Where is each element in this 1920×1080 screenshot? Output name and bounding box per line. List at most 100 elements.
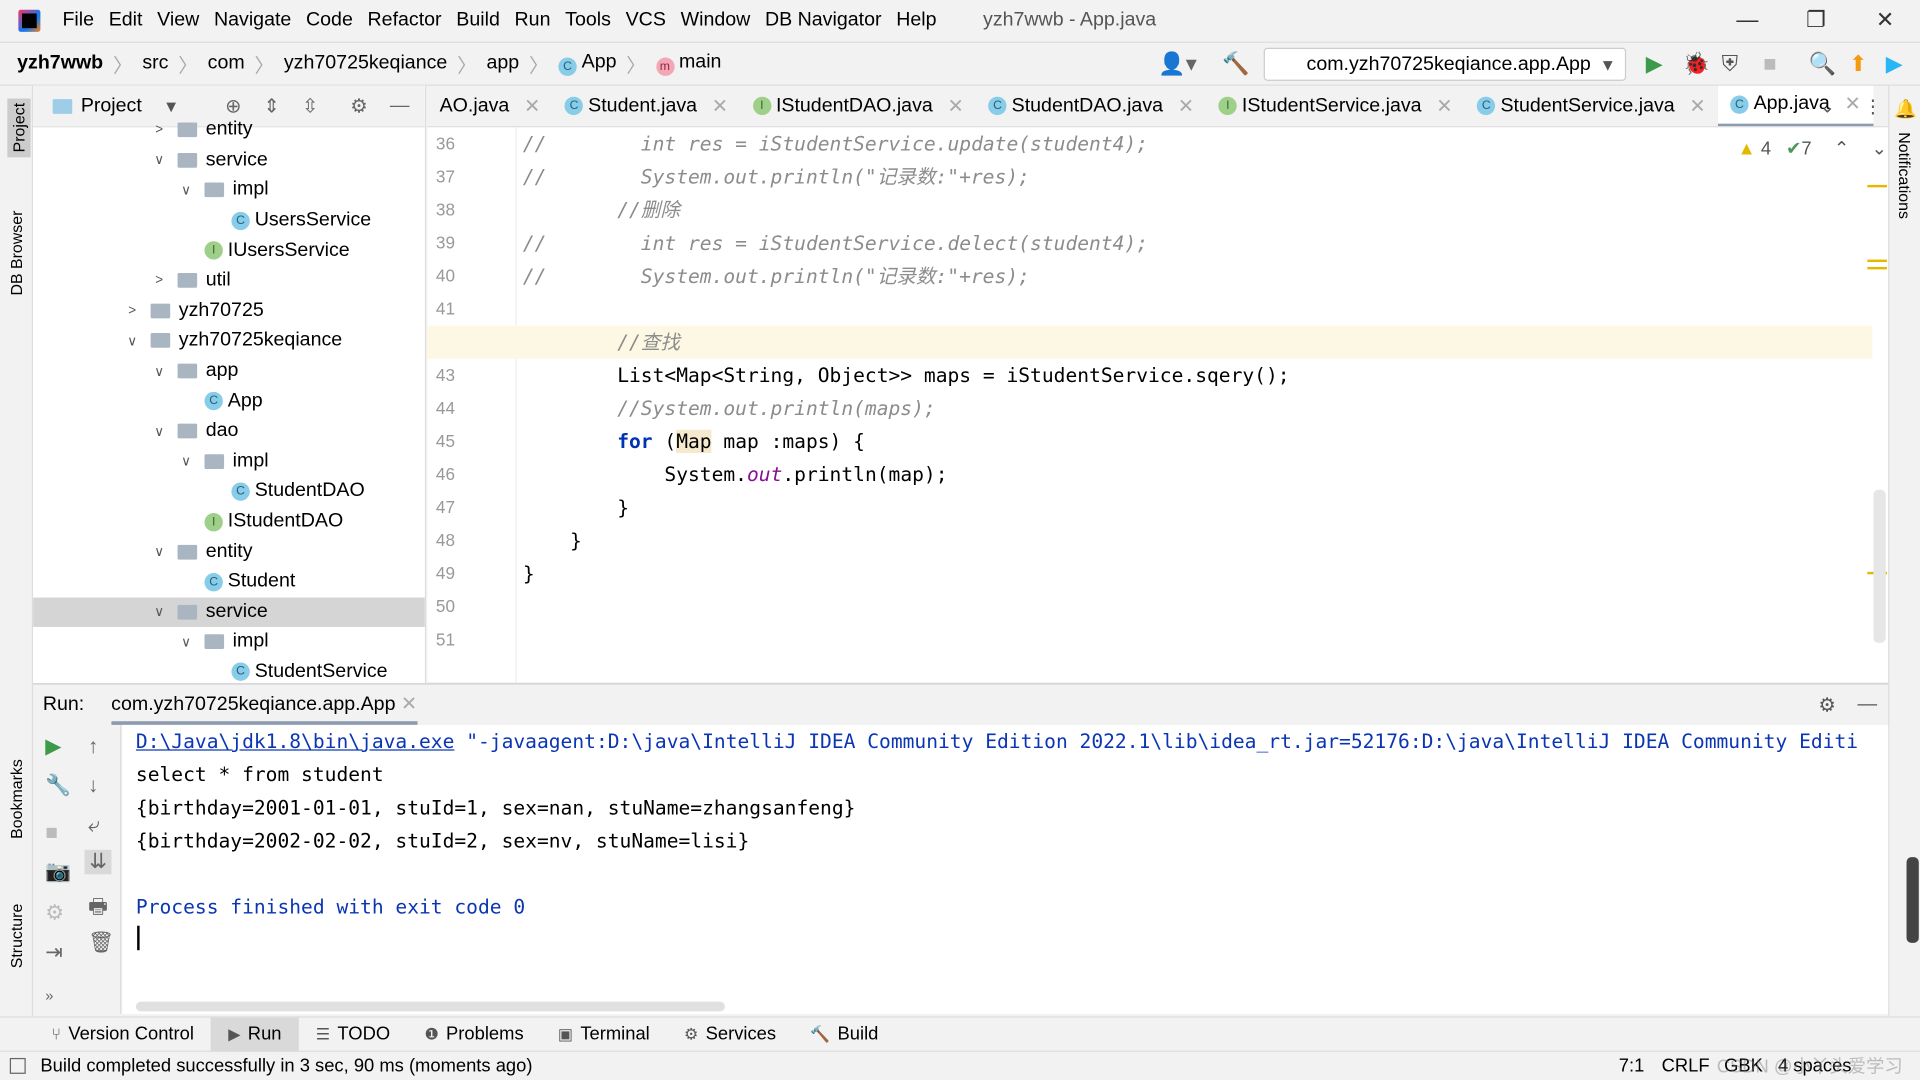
- code-line[interactable]: }: [523, 557, 1888, 590]
- code-line[interactable]: List<Map<String, Object>> maps = iStuden…: [523, 359, 1888, 392]
- menu-view[interactable]: View: [157, 10, 199, 31]
- down-icon[interactable]: ↓: [88, 774, 98, 798]
- tab-istudentdao-java[interactable]: I IStudentDAO.java ✕: [740, 86, 976, 126]
- breadcrumb-app[interactable]: app: [486, 53, 519, 75]
- breadcrumb-package[interactable]: yzh70725keqiance: [284, 53, 447, 75]
- more-icon[interactable]: ⋮: [1864, 96, 1882, 118]
- tree-item[interactable]: I IStudentDAO: [33, 507, 425, 537]
- java-exe-link[interactable]: D:\Java\jdk1.8\bin\java.exe: [136, 730, 454, 753]
- tab-studentservice-java[interactable]: C StudentService.java ✕: [1465, 86, 1718, 126]
- up-icon[interactable]: ↑: [88, 735, 98, 759]
- tree-item[interactable]: ∨ entity: [33, 537, 425, 567]
- chevron-right-icon[interactable]: >: [124, 304, 141, 319]
- tool-window-run[interactable]: ▶ Run: [211, 1016, 299, 1052]
- tool-window-todo[interactable]: ☰ TODO: [299, 1017, 408, 1051]
- trash-icon[interactable]: 🗑: [88, 931, 114, 955]
- menu-run[interactable]: Run: [515, 10, 551, 31]
- tree-item[interactable]: > yzh70725: [33, 296, 425, 326]
- settings-gear-icon[interactable]: ⚙: [350, 94, 368, 118]
- soft-wrap-icon[interactable]: ⤶: [88, 813, 100, 837]
- code-line[interactable]: for (Map map :maps) {: [523, 425, 1888, 458]
- collapse-all-icon[interactable]: ⇳: [302, 94, 318, 118]
- tree-item[interactable]: C UsersService: [33, 205, 425, 235]
- breadcrumb-class[interactable]: C App: [558, 51, 617, 76]
- tool-window-build[interactable]: 🔨 Build: [793, 1017, 895, 1051]
- tool-window-version-control[interactable]: ⑂ Version Control: [34, 1017, 211, 1051]
- run-tab[interactable]: com.yzh70725keqiance.app.App ✕: [111, 684, 418, 725]
- menu-window[interactable]: Window: [681, 10, 751, 31]
- structure-tool-button[interactable]: Structure: [7, 904, 25, 969]
- tool-window-terminal[interactable]: ▣ Terminal: [541, 1017, 667, 1051]
- tree-item[interactable]: ∨ impl: [33, 175, 425, 205]
- horizontal-scrollbar[interactable]: [135, 1001, 725, 1012]
- wrench-icon[interactable]: 🔧: [45, 774, 71, 798]
- menu-code[interactable]: Code: [306, 10, 353, 31]
- db-browser-tool-button[interactable]: DB Browser: [7, 211, 25, 296]
- tab-app-java[interactable]: C App.java ✕: [1718, 85, 1874, 127]
- breadcrumb-project[interactable]: yzh7wwb: [17, 53, 103, 75]
- tool-window-services[interactable]: ⚙ Services: [667, 1017, 793, 1051]
- next-highlight-icon[interactable]: ⌄: [1871, 138, 1886, 159]
- tab-istudentservice-java[interactable]: I IStudentService.java ✕: [1206, 86, 1465, 126]
- chevron-down-icon[interactable]: ∨: [124, 333, 141, 349]
- code-line[interactable]: //System.out.println(maps);: [523, 392, 1888, 425]
- code-line[interactable]: System.out.println(map);: [523, 458, 1888, 491]
- tabs-dropdown-icon[interactable]: ⌄: [1820, 96, 1835, 118]
- code-line[interactable]: [523, 623, 1888, 656]
- tree-item[interactable]: C StudentDAO: [33, 476, 425, 506]
- tree-item[interactable]: > util: [33, 266, 425, 296]
- code-line[interactable]: //删除: [523, 193, 1888, 226]
- status-toggle-icon[interactable]: [9, 1057, 26, 1074]
- chevron-down-icon[interactable]: ∨: [151, 423, 168, 440]
- code-line[interactable]: [523, 590, 1888, 623]
- hide-run-panel-icon[interactable]: —: [1858, 694, 1878, 716]
- chevron-down-icon[interactable]: ∨: [151, 544, 168, 560]
- menu-refactor[interactable]: Refactor: [368, 10, 442, 31]
- tree-item[interactable]: ∨ impl: [33, 627, 425, 657]
- restore-button[interactable]: ❐: [1806, 7, 1826, 33]
- code-line[interactable]: // int res = iStudentService.update(stud…: [523, 127, 1888, 160]
- close-tab-icon[interactable]: ✕: [712, 94, 728, 118]
- previous-highlight-icon[interactable]: ⌃: [1834, 138, 1849, 159]
- breadcrumb-com[interactable]: com: [208, 53, 245, 75]
- close-tab-icon[interactable]: ✕: [947, 94, 963, 118]
- user-icon[interactable]: 👤▾: [1158, 51, 1197, 77]
- menu-build[interactable]: Build: [456, 10, 500, 31]
- chevron-right-icon[interactable]: >: [151, 123, 168, 138]
- menu-file[interactable]: File: [62, 10, 94, 31]
- editor-scrollbar[interactable]: [1873, 489, 1886, 643]
- menu-help[interactable]: Help: [896, 10, 936, 31]
- close-tab-icon[interactable]: ✕: [1689, 94, 1705, 118]
- camera-icon[interactable]: 📷: [45, 860, 71, 884]
- bookmarks-tool-button[interactable]: Bookmarks: [7, 759, 25, 839]
- tree-item[interactable]: C StudentService: [33, 657, 425, 683]
- close-tab-icon[interactable]: ✕: [524, 94, 540, 118]
- inspection-widget[interactable]: ▲ 4 ✔7 ⌃ ⌄: [1738, 137, 1887, 159]
- code-line[interactable]: // System.out.println("记录数:"+res);: [523, 160, 1888, 193]
- update-icon[interactable]: ⬆: [1849, 51, 1867, 77]
- menu-tools[interactable]: Tools: [565, 10, 611, 31]
- tree-item[interactable]: ∨ app: [33, 356, 425, 386]
- chevron-down-icon[interactable]: ∨: [178, 634, 195, 650]
- settings-icon[interactable]: ⚙: [45, 901, 64, 925]
- breadcrumb-method[interactable]: m main: [655, 51, 721, 76]
- close-tab-icon[interactable]: ✕: [401, 694, 417, 715]
- tool-window-problems[interactable]: ❶ Problems: [407, 1017, 540, 1051]
- more-tools-icon[interactable]: »: [45, 987, 53, 1004]
- run-configuration-select[interactable]: com.yzh70725keqiance.app.App ▾: [1263, 47, 1627, 81]
- console-scrollbar[interactable]: [1906, 857, 1919, 943]
- menu-navigate[interactable]: Navigate: [214, 10, 291, 31]
- run-console[interactable]: D:\Java\jdk1.8\bin\java.exe "-javaagent:…: [122, 724, 1889, 1014]
- locate-icon[interactable]: ⊕: [225, 94, 241, 118]
- build-hammer-icon[interactable]: 🔨: [1222, 51, 1249, 77]
- code-line[interactable]: }: [523, 491, 1888, 524]
- code-editor[interactable]: 36373839404142434445464748495051 // int …: [427, 127, 1889, 683]
- close-tab-icon[interactable]: ✕: [1845, 92, 1861, 116]
- code-line[interactable]: [523, 293, 1888, 326]
- line-separator[interactable]: CRLF: [1662, 1056, 1710, 1077]
- scroll-to-end-icon[interactable]: ⇊: [84, 849, 112, 875]
- tree-item[interactable]: ∨ yzh70725keqiance: [33, 326, 425, 356]
- tree-item[interactable]: C App: [33, 386, 425, 416]
- tab-studentdao-java[interactable]: C StudentDAO.java ✕: [976, 86, 1206, 126]
- warning-marker[interactable]: [1867, 266, 1887, 270]
